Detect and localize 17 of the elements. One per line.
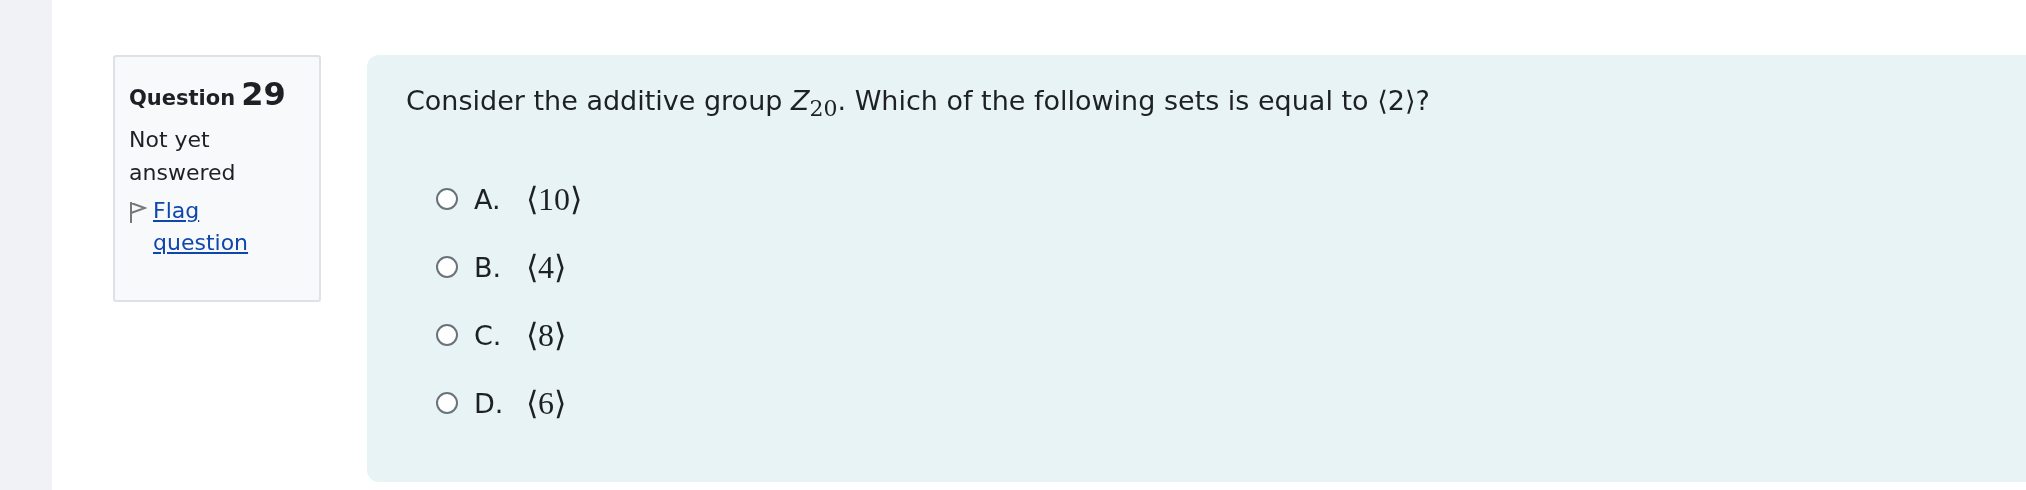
option-letter: A.: [474, 183, 502, 215]
question-number: 29: [241, 75, 286, 113]
option-value: ⟨4⟩: [526, 248, 566, 287]
option-letter: B.: [474, 251, 503, 283]
radio-button[interactable]: [436, 188, 458, 211]
question-label: Question: [129, 86, 236, 110]
option-letter: C.: [474, 319, 503, 351]
radio-button[interactable]: [436, 324, 458, 347]
option-value: ⟨10⟩: [526, 180, 582, 219]
flag-icon: [129, 200, 147, 224]
option-value: ⟨8⟩: [526, 316, 566, 355]
option-letter: D.: [474, 387, 505, 419]
option-value: ⟨6⟩: [526, 384, 566, 423]
question-status: Not yet answered: [129, 126, 237, 187]
radio-button[interactable]: [436, 256, 458, 279]
radio-button[interactable]: [436, 392, 458, 415]
question-text: Consider the additive group Z$_{20}$. Which of the following sets is equal to ⟨2⟩?: [406, 84, 1431, 124]
